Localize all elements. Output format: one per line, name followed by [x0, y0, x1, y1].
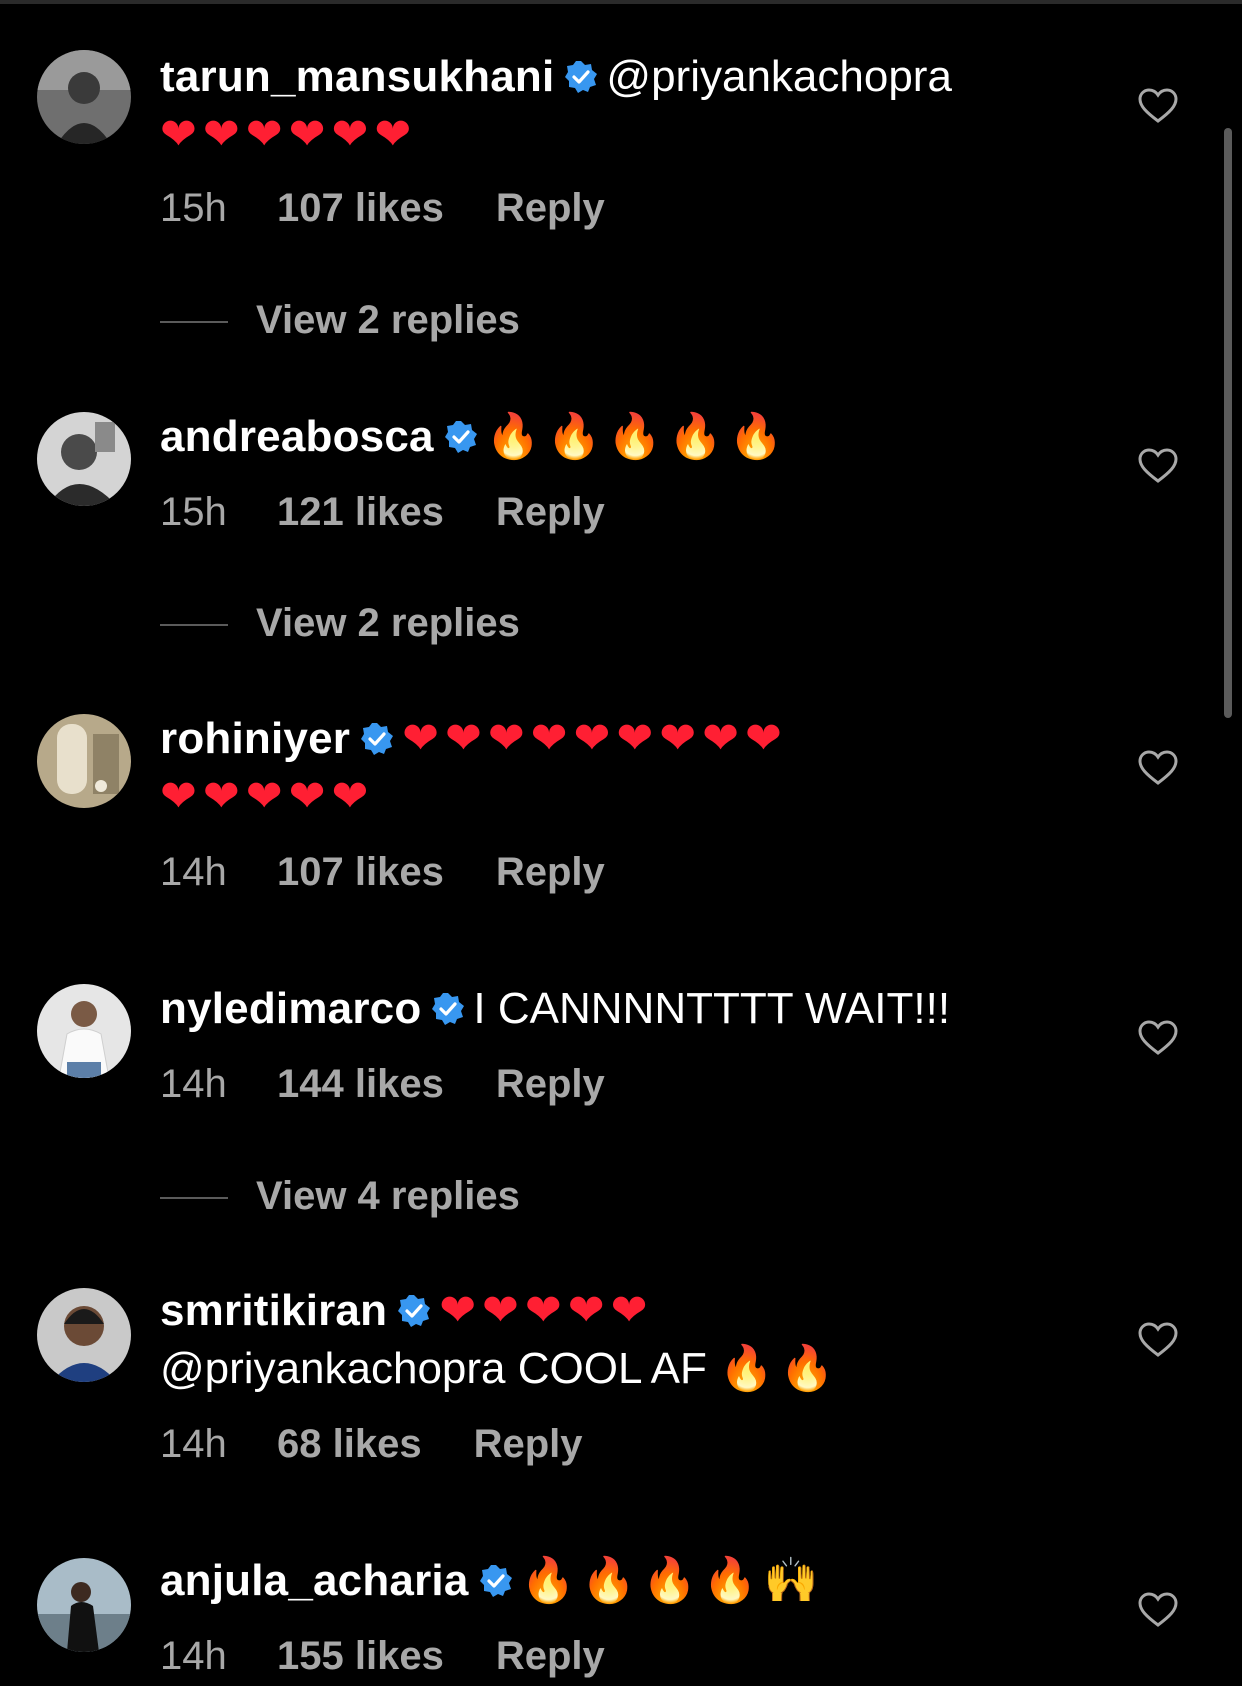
- comment-time: 14h: [160, 850, 227, 894]
- comment-emoji: ❤❤❤❤❤: [160, 771, 375, 822]
- comment-emoji: 🔥🔥🔥🔥🙌: [520, 1555, 825, 1606]
- comment-time: 14h: [160, 1422, 227, 1466]
- comment-time: 14h: [160, 1634, 227, 1678]
- reply-button[interactable]: Reply: [496, 1062, 605, 1106]
- avatar[interactable]: [37, 50, 131, 144]
- avatar[interactable]: [37, 1558, 131, 1652]
- like-button[interactable]: [1138, 1020, 1178, 1056]
- like-button[interactable]: [1138, 448, 1178, 484]
- comment-likes[interactable]: 155 likes: [277, 1634, 444, 1679]
- replies-divider: [160, 321, 228, 324]
- like-button[interactable]: [1138, 1322, 1178, 1358]
- comment-likes[interactable]: 68 likes: [277, 1422, 422, 1467]
- comment-username[interactable]: rohiniyer: [160, 714, 350, 763]
- comment-likes[interactable]: 107 likes: [277, 186, 444, 231]
- comment-text: I CANNNNTTTT WAIT!!!: [473, 984, 951, 1033]
- heart-outline-icon: [1138, 448, 1178, 483]
- comment-emoji: 🔥🔥: [719, 1343, 841, 1394]
- comment-time: 15h: [160, 186, 227, 230]
- scrollbar[interactable]: [1224, 128, 1232, 718]
- replies-divider: [160, 1197, 228, 1200]
- reply-button[interactable]: Reply: [474, 1422, 583, 1466]
- reply-button[interactable]: Reply: [496, 186, 605, 230]
- reply-button[interactable]: Reply: [496, 850, 605, 894]
- avatar[interactable]: [37, 984, 131, 1078]
- comment-likes[interactable]: 121 likes: [277, 490, 444, 535]
- view-replies-button[interactable]: View 4 replies: [160, 1174, 520, 1219]
- reply-button[interactable]: Reply: [496, 1634, 605, 1678]
- verified-badge-icon: [397, 1294, 431, 1328]
- like-button[interactable]: [1138, 88, 1178, 124]
- comment-time: 14h: [160, 1062, 227, 1106]
- comment-mention[interactable]: @priyankachopra: [606, 52, 952, 101]
- heart-outline-icon: [1138, 750, 1178, 785]
- view-replies-button[interactable]: View 2 replies: [160, 601, 520, 646]
- avatar[interactable]: [37, 714, 131, 808]
- heart-outline-icon: [1138, 1592, 1178, 1627]
- replies-divider: [160, 624, 228, 627]
- comment-emoji: ❤❤❤❤❤❤❤❤❤: [402, 713, 788, 764]
- heart-outline-icon: [1138, 1020, 1178, 1055]
- verified-badge-icon: [564, 60, 598, 94]
- avatar[interactable]: [37, 1288, 131, 1382]
- like-button[interactable]: [1138, 750, 1178, 786]
- comment-username[interactable]: andreabosca: [160, 412, 434, 461]
- comment-username[interactable]: smritikiran: [160, 1286, 387, 1335]
- comment-text: @priyankachopra COOL AF: [160, 1344, 707, 1393]
- heart-outline-icon: [1138, 1322, 1178, 1357]
- verified-badge-icon: [431, 992, 465, 1026]
- comment-username[interactable]: tarun_mansukhani: [160, 52, 554, 101]
- view-replies-button[interactable]: View 2 replies: [160, 298, 520, 343]
- comment-time: 15h: [160, 490, 227, 534]
- reply-button[interactable]: Reply: [496, 490, 605, 534]
- verified-badge-icon: [444, 420, 478, 454]
- comment-emoji: 🔥🔥🔥🔥🔥: [485, 411, 790, 462]
- comment-username[interactable]: anjula_acharia: [160, 1556, 469, 1605]
- comment-emoji: ❤❤❤❤❤: [439, 1285, 654, 1336]
- top-divider: [0, 0, 1242, 4]
- verified-badge-icon: [479, 1564, 513, 1598]
- avatar[interactable]: [37, 412, 131, 506]
- comment-likes[interactable]: 144 likes: [277, 1062, 444, 1107]
- comment-emoji: ❤❤❤❤❤❤: [160, 109, 418, 160]
- like-button[interactable]: [1138, 1592, 1178, 1628]
- heart-outline-icon: [1138, 88, 1178, 123]
- comment-username[interactable]: nyledimarco: [160, 984, 421, 1033]
- comment-likes[interactable]: 107 likes: [277, 850, 444, 895]
- verified-badge-icon: [360, 722, 394, 756]
